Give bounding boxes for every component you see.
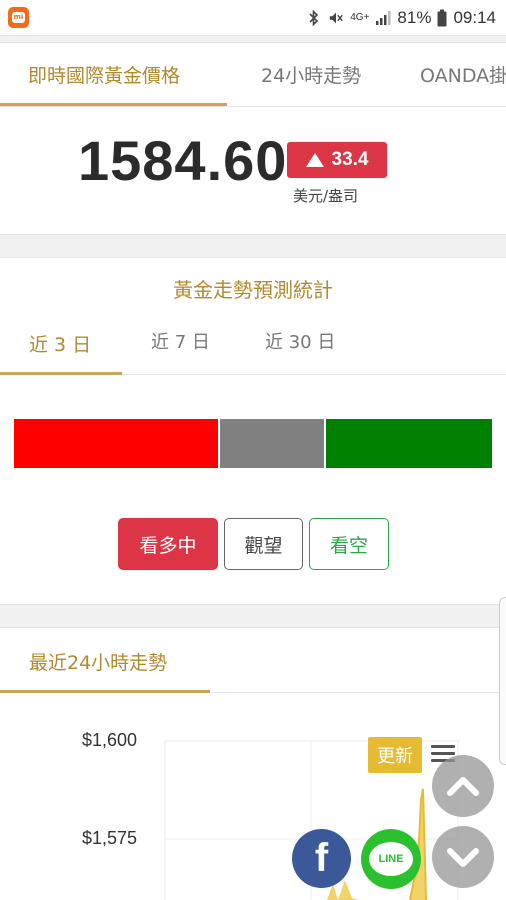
line-icon: LINE xyxy=(369,842,413,876)
chevron-up-icon xyxy=(447,777,479,796)
scroll-up-button[interactable] xyxy=(432,755,494,817)
y-tick-label: $1,600 xyxy=(82,730,138,750)
y-tick-label: $1,575 xyxy=(82,828,138,848)
side-scroll-handle[interactable] xyxy=(499,597,506,765)
chevron-down-icon xyxy=(447,848,479,867)
scroll-down-button[interactable] xyxy=(432,826,494,888)
facebook-icon: f xyxy=(314,836,329,880)
facebook-share-button[interactable]: f xyxy=(292,829,351,888)
line-share-button[interactable]: LINE xyxy=(361,829,421,889)
trend-chart xyxy=(164,740,460,900)
update-button[interactable]: 更新 xyxy=(368,737,422,773)
